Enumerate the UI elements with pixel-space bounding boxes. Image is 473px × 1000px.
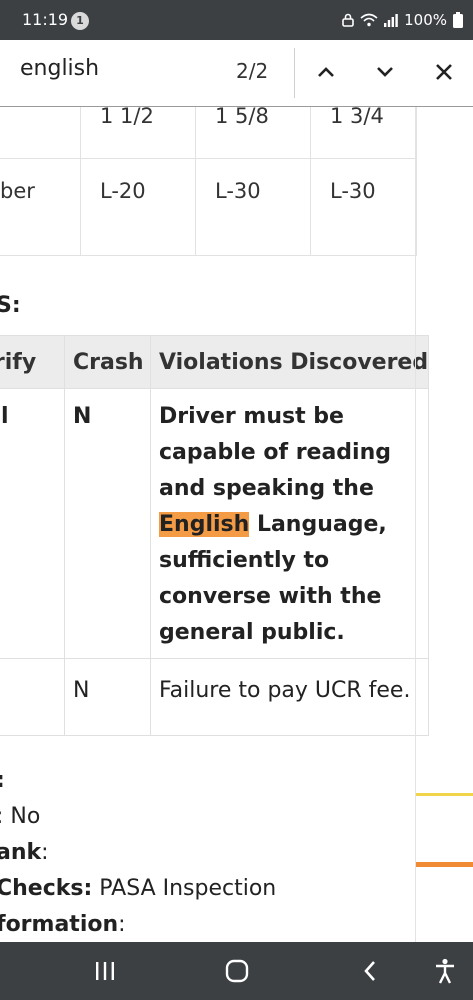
verify-cell: l [0,388,65,659]
find-divider [294,48,295,98]
find-next-button[interactable] [367,54,403,90]
back-icon [364,961,375,981]
recent-apps-button[interactable] [87,954,123,988]
lock-icon [342,13,354,27]
violation-description: Failure to pay UCR fee. [149,658,430,736]
column-header-crash: Crash [64,335,151,389]
violation-text: Driver must be capable of reading and sp… [159,404,392,501]
close-icon [436,64,452,80]
find-highlight: English [159,512,250,537]
page-content[interactable]: 1 1/2 1 5/8 1 3/4 ber L-20 L-30 L-30 S: … [0,107,473,942]
battery-percent: 100% [404,11,447,29]
accessibility-icon [436,958,454,984]
crash-cell: N [64,658,151,736]
table-header-row: erify Crash Violations Discovered [0,335,430,389]
battery-icon [453,12,463,28]
inspection-info: : : No ank: Checks: PASA Inspection form… [0,763,276,942]
table-cell: 1 3/4 [310,107,417,159]
scroll-match-marker-current[interactable] [416,862,473,867]
table-cell: L-30 [310,158,417,256]
info-line: : No [0,804,41,829]
chevron-up-icon [318,67,334,77]
violations-table: erify Crash Violations Discovered l N Dr… [0,335,430,736]
table-cell: 1 5/8 [195,107,311,159]
violation-description: Driver must be capable of reading and sp… [149,388,430,659]
table-cell: L-20 [80,158,196,256]
home-icon [225,959,249,983]
chevron-down-icon [377,67,393,77]
back-button[interactable] [352,954,388,988]
info-line: : [0,763,276,799]
find-in-page-bar: 2/2 [0,40,473,107]
find-previous-button[interactable] [308,54,344,90]
navigation-bar [0,942,473,1000]
table-row: N Failure to pay UCR fee. [0,658,430,736]
info-line: ank: [0,840,49,865]
recent-apps-icon [96,962,114,980]
find-input[interactable] [20,56,220,81]
column-header-verify: erify [0,335,65,389]
section-heading: S: [0,293,21,318]
info-line: Checks: PASA Inspection [0,876,277,901]
crash-cell: N [64,388,151,659]
signal-icon [384,13,398,27]
notification-badge: 1 [71,12,89,30]
info-line: formation: [0,912,126,937]
status-icons: 100% [342,10,463,30]
table-cell: 1 1/2 [80,107,196,159]
table-row: 1 1/2 1 5/8 1 3/4 [0,107,417,159]
table-cell [0,107,81,159]
find-match-count: 2/2 [236,59,269,83]
accessibility-button[interactable] [427,954,463,988]
page-edge [415,107,416,942]
status-time: 11:19 [22,10,69,29]
table-cell: L-30 [195,158,311,256]
table-row: l N Driver must be capable of reading an… [0,388,430,659]
table-cell: ber [0,158,81,256]
specs-table: 1 1/2 1 5/8 1 3/4 ber L-20 L-30 L-30 [0,107,417,256]
scroll-match-marker[interactable] [416,793,473,796]
wifi-icon [360,13,378,27]
verify-cell [0,658,65,736]
table-row: ber L-20 L-30 L-30 [0,158,417,256]
home-button[interactable] [219,954,255,988]
column-header-violations: Violations Discovered [149,335,430,389]
status-bar: 11:19 1 100% [0,0,473,40]
close-find-button[interactable] [426,54,462,90]
